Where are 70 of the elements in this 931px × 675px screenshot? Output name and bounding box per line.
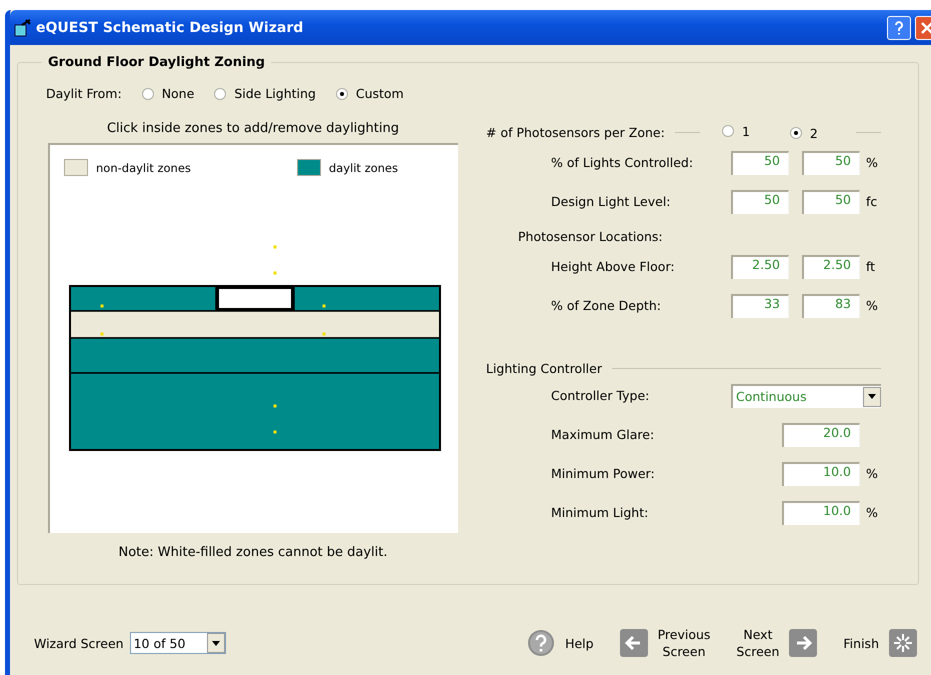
daylit-radio[interactable]: Custom [336, 86, 404, 101]
field-label: Controller Type: [550, 388, 650, 403]
field-label: % of Lights Controlled: [550, 155, 694, 170]
help-button[interactable]: Help [527, 629, 594, 657]
number-field[interactable]: 10.0 [782, 462, 860, 486]
unit-label: % [865, 298, 879, 313]
daylit-radio[interactable]: Side Lighting [214, 86, 316, 101]
question-icon [894, 20, 904, 34]
photosensors-label: # of Photosensors per Zone: [486, 124, 665, 140]
close-icon [921, 22, 931, 34]
number-field[interactable]: 33 [731, 294, 789, 318]
photosensor-marker [100, 332, 104, 336]
number-field[interactable]: 10.0 [782, 500, 860, 524]
photosensor-marker [322, 304, 326, 308]
building-zone[interactable] [69, 310, 441, 339]
help-button[interactable] [887, 16, 911, 40]
unit-label: % [865, 155, 879, 170]
field-label: Minimum Light: [550, 505, 650, 520]
photosensor-marker [100, 304, 104, 308]
help-icon [527, 629, 556, 657]
number-field[interactable]: 50 [731, 150, 789, 174]
next-button[interactable]: Next Screen [736, 626, 818, 660]
unit-label: % [865, 466, 879, 481]
field-label: Minimum Power: [550, 466, 656, 481]
photosensor-count-radio[interactable]: 2 [790, 126, 818, 141]
photosensor-marker [274, 404, 276, 408]
building-zone[interactable] [216, 286, 294, 311]
photosensor-count-radio[interactable]: 1 [722, 124, 750, 139]
legend-label: non-daylit zones [96, 160, 191, 174]
diagram-caption: Click inside zones to add/remove daylighting [106, 121, 399, 136]
controller-type-dropdown[interactable]: Continuous [731, 384, 881, 408]
photosensor-marker [274, 430, 276, 434]
field-label: Maximum Glare: [550, 427, 656, 442]
number-field[interactable]: 2.50 [731, 254, 789, 278]
unit-label: % [865, 505, 879, 520]
finish-button[interactable]: Finish [843, 629, 917, 657]
app-icon [14, 18, 32, 36]
photosensor-marker [274, 246, 276, 248]
daylit-from-label: Daylit From: [46, 86, 122, 101]
previous-button[interactable]: Previous Screen [620, 626, 710, 660]
daylit-radio[interactable]: None [142, 86, 194, 101]
photosensor-marker [274, 272, 276, 274]
legend-label: daylit zones [328, 160, 398, 174]
number-field[interactable]: 83 [802, 294, 860, 318]
radio-circle[interactable] [790, 127, 802, 140]
radio-circle[interactable] [336, 88, 348, 100]
radio-circle[interactable] [214, 88, 226, 100]
photosensor-marker [322, 332, 326, 336]
wizard-screen-dropdown[interactable]: 10 of 50 [130, 632, 226, 654]
wizard-screen-label: Wizard Screen [34, 636, 124, 650]
unit-label: fc [865, 194, 878, 209]
locations-heading: Photosensor Locations: [517, 229, 664, 246]
window-title: eQUEST Schematic Design Wizard [36, 20, 304, 36]
starburst-icon [889, 629, 917, 657]
field-label: Design Light Level: [550, 194, 672, 209]
caret-icon [868, 394, 876, 399]
group-title: Ground Floor Daylight Zoning [47, 55, 266, 70]
field-label: % of Zone Depth: [550, 298, 662, 313]
unit-label: ft [865, 259, 876, 274]
caret-icon [212, 640, 220, 646]
radio-circle[interactable] [722, 125, 734, 138]
number-field[interactable]: 2.50 [802, 254, 860, 278]
number-field[interactable]: 50 [802, 150, 860, 174]
note-text: Note: White-filled zones cannot be daylit. [118, 545, 388, 560]
controller-heading: Lighting Controller [486, 361, 602, 376]
number-field[interactable]: 50 [802, 190, 860, 214]
radio-circle[interactable] [142, 88, 154, 100]
field-label: Height Above Floor: [550, 259, 676, 274]
number-field[interactable]: 50 [731, 190, 789, 214]
number-field[interactable]: 20.0 [782, 422, 860, 446]
